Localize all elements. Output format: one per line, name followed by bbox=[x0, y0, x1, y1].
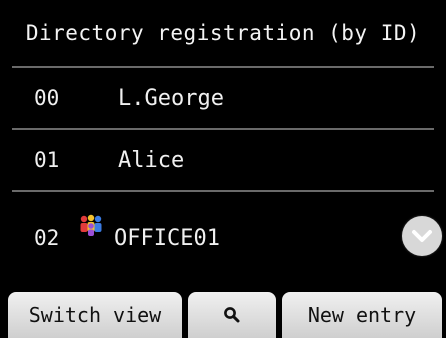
directory-list: 00 L.George 01 Alice 02 OFFICE01 bbox=[12, 68, 434, 254]
entry-id: 00 bbox=[34, 86, 60, 110]
search-icon bbox=[224, 307, 240, 323]
list-item[interactable]: 02 OFFICE01 bbox=[12, 192, 434, 254]
switch-view-label: Switch view bbox=[28, 303, 162, 327]
list-item[interactable]: 01 Alice bbox=[12, 130, 434, 192]
search-button[interactable] bbox=[188, 292, 276, 338]
switch-view-button[interactable]: Switch view bbox=[8, 292, 182, 338]
title-bar: Directory registration (by ID) bbox=[12, 0, 434, 68]
list-item[interactable]: 00 L.George bbox=[12, 68, 434, 130]
entry-name: L.George bbox=[118, 85, 224, 111]
group-icon bbox=[80, 214, 102, 236]
scroll-down-button[interactable] bbox=[402, 216, 442, 256]
chevron-down-icon bbox=[412, 230, 432, 242]
page-title: Directory registration (by ID) bbox=[25, 21, 421, 45]
new-entry-label: New entry bbox=[307, 303, 417, 327]
bottom-toolbar: Switch view New entry bbox=[0, 292, 446, 338]
screen: Directory registration (by ID) 00 L.Geor… bbox=[0, 0, 446, 338]
entry-id: 01 bbox=[34, 148, 60, 172]
entry-name: OFFICE01 bbox=[114, 226, 220, 251]
entry-id: 02 bbox=[34, 226, 60, 250]
new-entry-button[interactable]: New entry bbox=[282, 292, 442, 338]
entry-name: Alice bbox=[118, 147, 185, 173]
